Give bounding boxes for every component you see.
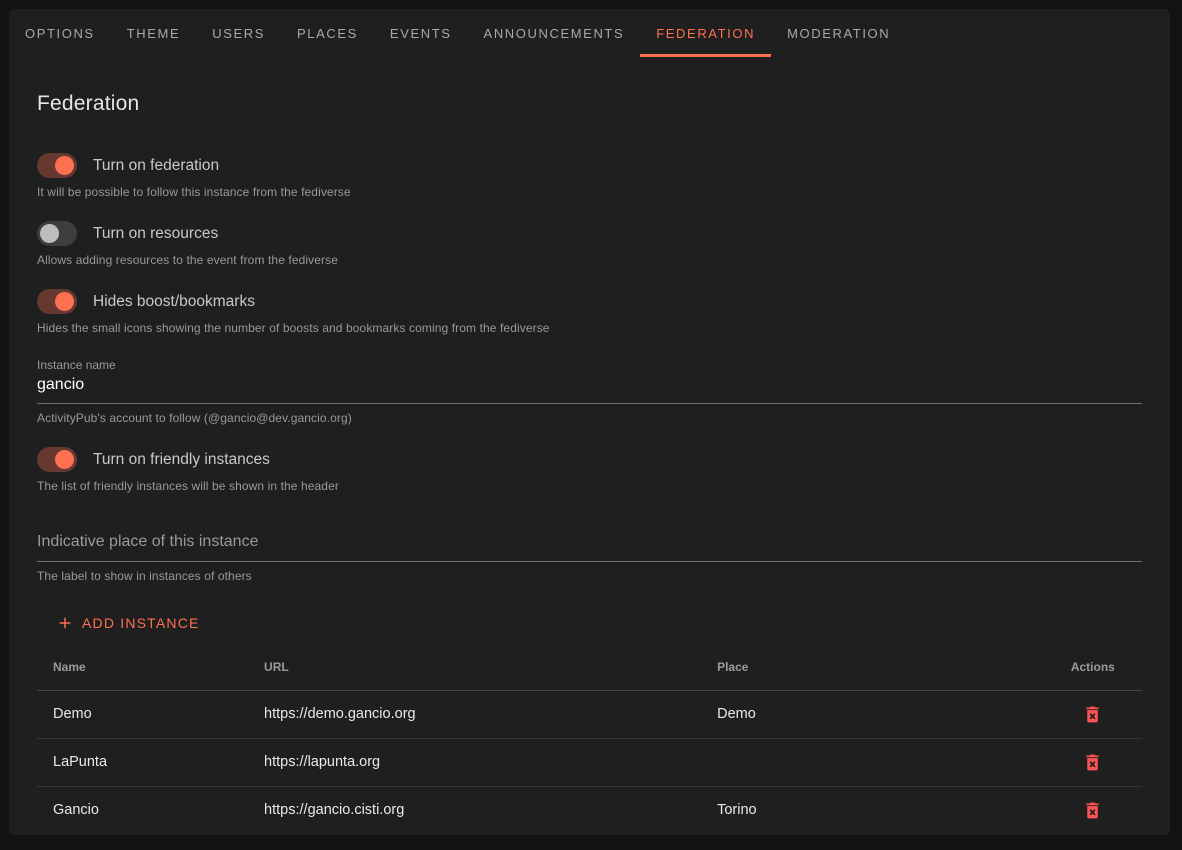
setting-resources: Turn on resources Allows adding resource… xyxy=(37,221,1142,267)
add-instance-label: ADD INSTANCE xyxy=(82,615,200,631)
instance-name-field: Instance name ActivityPub's account to f… xyxy=(37,358,1142,425)
trash-icon xyxy=(1082,704,1103,725)
resources-toggle[interactable] xyxy=(37,221,77,246)
tab-places[interactable]: PLACES xyxy=(281,9,374,57)
trash-icon xyxy=(1082,752,1103,773)
instance-place-field: The label to show in instances of others xyxy=(37,531,1142,583)
column-header-url: URL xyxy=(248,645,701,690)
instance-url-cell: https://lapunta.org xyxy=(248,738,701,786)
tab-label: MODERATION xyxy=(787,26,890,41)
toggle-knob xyxy=(55,450,74,469)
setting-hide-boosts: Hides boost/bookmarks Hides the small ic… xyxy=(37,289,1142,335)
trash-icon xyxy=(1082,800,1103,821)
resources-toggle-label: Turn on resources xyxy=(93,225,218,243)
tab-label: EVENTS xyxy=(390,26,452,41)
friendly-instances-toggle-label: Turn on friendly instances xyxy=(93,451,270,469)
tab-label: FEDERATION xyxy=(656,26,755,41)
tab-label: THEME xyxy=(127,26,181,41)
instance-row: LaPunta https://lapunta.org xyxy=(37,738,1142,786)
federation-hint: It will be possible to follow this insta… xyxy=(37,185,1142,199)
instance-place-cell: Demo xyxy=(701,690,1044,738)
plus-icon xyxy=(56,614,74,632)
tab-options[interactable]: OPTIONS xyxy=(9,9,111,57)
instance-name-cell: Gancio xyxy=(37,786,248,834)
instance-url-cell: https://demo.gancio.org xyxy=(248,690,701,738)
tab-label: OPTIONS xyxy=(25,26,95,41)
tab-label: PLACES xyxy=(297,26,358,41)
delete-instance-button[interactable] xyxy=(1080,750,1105,775)
hide-boosts-hint: Hides the small icons showing the number… xyxy=(37,321,1142,335)
tab-announcements[interactable]: ANNOUNCEMENTS xyxy=(468,9,641,57)
friendly-instances-hint: The list of friendly instances will be s… xyxy=(37,479,1142,493)
tab-users[interactable]: USERS xyxy=(196,9,281,57)
admin-tabbar: OPTIONS THEME USERS PLACES EVENTS ANNOUN… xyxy=(9,9,1170,57)
instance-name-cell: LaPunta xyxy=(37,738,248,786)
instance-place-cell xyxy=(701,738,1044,786)
instance-name-label: Instance name xyxy=(37,358,1142,372)
tab-label: USERS xyxy=(212,26,265,41)
tab-events[interactable]: EVENTS xyxy=(374,9,468,57)
instance-place-cell: Torino xyxy=(701,786,1044,834)
federation-panel: Federation Turn on federation It will be… xyxy=(9,92,1170,834)
admin-page: { "colors": { "accent": "#ff7052", "dang… xyxy=(0,0,1182,850)
admin-card: OPTIONS THEME USERS PLACES EVENTS ANNOUN… xyxy=(9,9,1170,835)
delete-instance-button[interactable] xyxy=(1080,702,1105,727)
setting-federation: Turn on federation It will be possible t… xyxy=(37,153,1142,199)
toggle-knob xyxy=(55,156,74,175)
setting-friendly-instances: Turn on friendly instances The list of f… xyxy=(37,447,1142,493)
instance-row: Gancio https://gancio.cisti.org Torino xyxy=(37,786,1142,834)
tab-federation[interactable]: FEDERATION xyxy=(640,9,771,57)
instances-table: Name URL Place Actions Demo https://demo… xyxy=(37,645,1142,834)
tab-moderation[interactable]: MODERATION xyxy=(771,9,906,57)
instance-url-cell: https://gancio.cisti.org xyxy=(248,786,701,834)
hide-boosts-toggle[interactable] xyxy=(37,289,77,314)
federation-toggle[interactable] xyxy=(37,153,77,178)
toggle-knob xyxy=(55,292,74,311)
tab-label: ANNOUNCEMENTS xyxy=(484,26,625,41)
instance-name-input[interactable] xyxy=(37,372,1142,404)
instance-name-hint: ActivityPub's account to follow (@gancio… xyxy=(37,411,1142,425)
federation-toggle-label: Turn on federation xyxy=(93,157,219,175)
hide-boosts-toggle-label: Hides boost/bookmarks xyxy=(93,293,255,311)
column-header-place: Place xyxy=(701,645,1044,690)
instance-place-input[interactable] xyxy=(37,531,1142,562)
delete-instance-button[interactable] xyxy=(1080,798,1105,823)
page-title: Federation xyxy=(37,92,1142,116)
instance-name-cell: Demo xyxy=(37,690,248,738)
tab-theme[interactable]: THEME xyxy=(111,9,197,57)
instance-row: Demo https://demo.gancio.org Demo xyxy=(37,690,1142,738)
resources-hint: Allows adding resources to the event fro… xyxy=(37,253,1142,267)
toggle-knob xyxy=(40,224,59,243)
instance-place-hint: The label to show in instances of others xyxy=(37,569,1142,583)
column-header-actions: Actions xyxy=(1044,645,1142,690)
friendly-instances-toggle[interactable] xyxy=(37,447,77,472)
table-header-row: Name URL Place Actions xyxy=(37,645,1142,690)
column-header-name: Name xyxy=(37,645,248,690)
add-instance-button[interactable]: ADD INSTANCE xyxy=(48,610,208,636)
